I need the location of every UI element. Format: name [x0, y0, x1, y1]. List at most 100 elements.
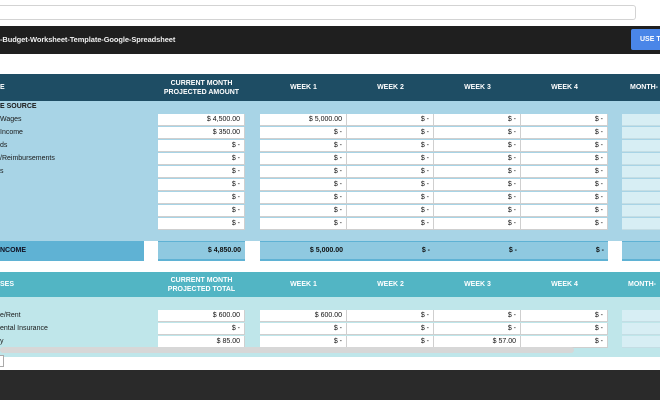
address-bar[interactable] [0, 5, 636, 20]
row-label: /Reimbursements [0, 155, 55, 162]
cell-month[interactable] [622, 140, 660, 152]
exp-col-header-week3: WEEK 3 [464, 281, 491, 288]
cell-w4[interactable]: $ - [521, 153, 608, 165]
template-title-bar: -Budget-Worksheet-Template-Google-Spread… [0, 26, 660, 54]
cell-w4[interactable]: $ - [521, 310, 608, 322]
cell-w2[interactable]: $ - [347, 114, 434, 126]
cell-month[interactable] [622, 127, 660, 139]
cell-w1[interactable]: $ 5,000.00 [260, 114, 347, 126]
cell-w3[interactable]: $ - [434, 140, 521, 152]
cell-month[interactable] [622, 179, 660, 191]
income-header-row: E CURRENT MONTH PROJECTED AMOUNT WEEK 1 … [0, 74, 660, 101]
cell-w2[interactable]: $ - [347, 205, 434, 217]
cell-w1[interactable]: $ - [260, 140, 347, 152]
cell-w2[interactable]: $ - [347, 192, 434, 204]
cell-w3[interactable]: $ - [434, 323, 521, 335]
cell-w4[interactable]: $ - [521, 205, 608, 217]
cell-w3[interactable]: $ - [434, 153, 521, 165]
row-label: ental Insurance [0, 325, 48, 332]
cell-w3[interactable]: $ - [434, 166, 521, 178]
cell-w2[interactable]: $ - [347, 153, 434, 165]
page-footer [0, 370, 660, 400]
spreadsheet: E CURRENT MONTH PROJECTED AMOUNT WEEK 1 … [0, 54, 660, 370]
cell-month[interactable] [622, 192, 660, 204]
exp-col-header-week2: WEEK 2 [377, 281, 404, 288]
exp-col-header-week1: WEEK 1 [290, 281, 317, 288]
browser-bar [0, 0, 660, 26]
cell-month[interactable] [622, 205, 660, 217]
cell-month[interactable] [622, 153, 660, 165]
sheet-tab[interactable] [0, 355, 4, 367]
total-week2: $ - [347, 242, 434, 259]
cell-w1[interactable]: $ 600.00 [260, 310, 347, 322]
cell-projected[interactable]: $ 4,500.00 [158, 114, 245, 126]
total-month [622, 242, 660, 259]
cell-projected[interactable]: $ - [158, 205, 245, 217]
cell-w4[interactable]: $ - [521, 323, 608, 335]
cell-w2[interactable]: $ - [347, 310, 434, 322]
cell-w3[interactable]: $ - [434, 127, 521, 139]
cell-w2[interactable]: $ - [347, 323, 434, 335]
cell-w1[interactable]: $ - [260, 179, 347, 191]
cell-month[interactable] [622, 114, 660, 126]
cell-month[interactable] [622, 310, 660, 322]
cell-w1[interactable]: $ - [260, 323, 347, 335]
cell-projected[interactable]: $ - [158, 218, 245, 230]
total-gap [608, 241, 622, 261]
cell-projected[interactable]: $ - [158, 323, 245, 335]
col-header-week1: WEEK 1 [290, 84, 317, 91]
use-template-button[interactable]: USE T [631, 29, 660, 50]
cell-month[interactable] [622, 166, 660, 178]
cell-projected[interactable]: $ - [158, 140, 245, 152]
cell-w1[interactable]: $ - [260, 218, 347, 230]
col-header-month: MONTH- [630, 84, 658, 91]
cell-month[interactable] [622, 323, 660, 335]
cell-w1[interactable]: $ - [260, 205, 347, 217]
cell-month[interactable] [622, 336, 660, 348]
total-week1: $ 5,000.00 [260, 242, 347, 259]
cell-w4[interactable]: $ - [521, 192, 608, 204]
total-gap [245, 241, 260, 261]
cell-w2[interactable]: $ - [347, 218, 434, 230]
horizontal-scrollbar[interactable] [0, 347, 574, 353]
cell-w3[interactable]: $ - [434, 310, 521, 322]
cell-w3[interactable]: $ - [434, 114, 521, 126]
exp-col-header-week4: WEEK 4 [551, 281, 578, 288]
expense-header-row: SES CURRENT MONTH PROJECTED TOTAL WEEK 1… [0, 272, 660, 297]
cell-w1[interactable]: $ - [260, 153, 347, 165]
cell-month[interactable] [622, 218, 660, 230]
cell-w2[interactable]: $ - [347, 127, 434, 139]
cell-projected[interactable]: $ - [158, 153, 245, 165]
cell-w4[interactable]: $ - [521, 166, 608, 178]
row-label: y [0, 338, 4, 345]
col-header-week2: WEEK 2 [377, 84, 404, 91]
cell-projected[interactable]: $ - [158, 179, 245, 191]
cell-w1[interactable]: $ - [260, 166, 347, 178]
exp-col-header-month: MONTH- [628, 281, 656, 288]
cell-projected[interactable]: $ 600.00 [158, 310, 245, 322]
row-label: s [0, 168, 4, 175]
cell-w2[interactable]: $ - [347, 140, 434, 152]
cell-w4[interactable]: $ - [521, 218, 608, 230]
cell-w4[interactable]: $ - [521, 127, 608, 139]
cell-w3[interactable]: $ - [434, 179, 521, 191]
cell-w1[interactable]: $ - [260, 192, 347, 204]
cell-w4[interactable]: $ - [521, 179, 608, 191]
cell-w2[interactable]: $ - [347, 166, 434, 178]
cell-w2[interactable]: $ - [347, 179, 434, 191]
col-header-week4: WEEK 4 [551, 84, 578, 91]
cell-projected[interactable]: $ 350.00 [158, 127, 245, 139]
total-projected: $ 4,850.00 [158, 242, 245, 259]
total-week4: $ - [521, 242, 608, 259]
row-label: e/Rent [0, 312, 21, 319]
total-gap [144, 241, 158, 261]
cell-projected[interactable]: $ - [158, 166, 245, 178]
cell-w4[interactable]: $ - [521, 114, 608, 126]
cell-projected[interactable]: $ - [158, 192, 245, 204]
cell-w3[interactable]: $ - [434, 218, 521, 230]
cell-w4[interactable]: $ - [521, 140, 608, 152]
cell-w1[interactable]: $ - [260, 127, 347, 139]
expense-header-label: SES [0, 281, 15, 288]
cell-w3[interactable]: $ - [434, 205, 521, 217]
cell-w3[interactable]: $ - [434, 192, 521, 204]
